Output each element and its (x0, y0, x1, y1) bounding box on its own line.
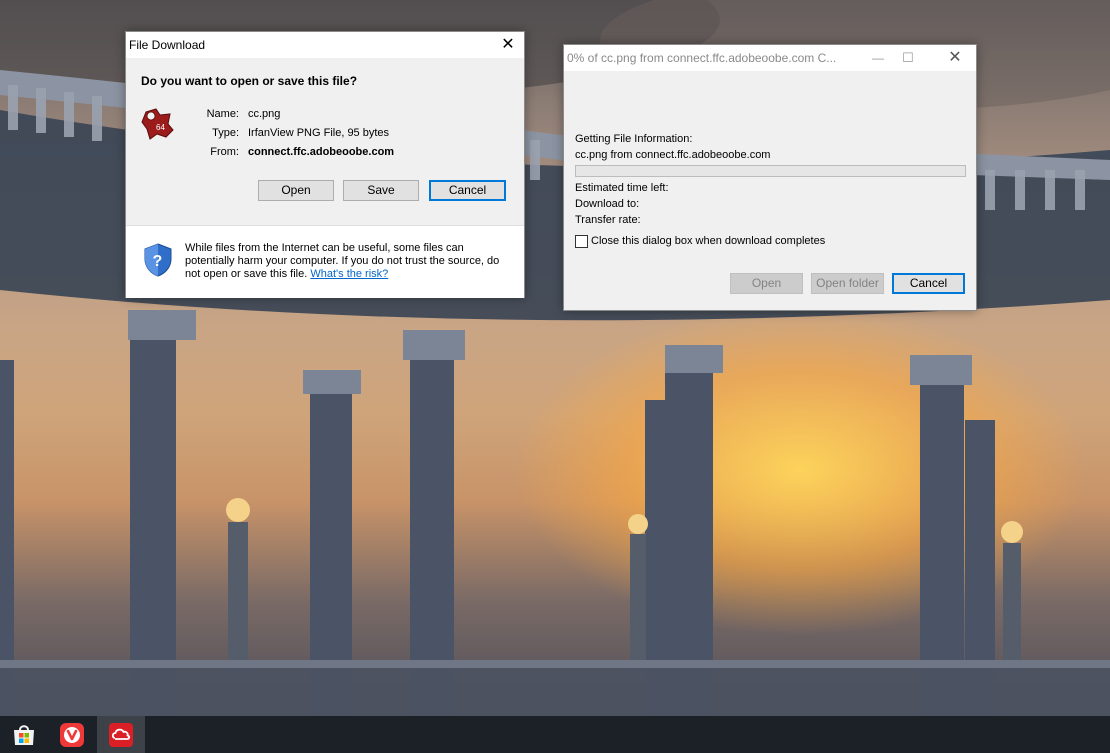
close-icon[interactable]: ✕ (491, 32, 525, 58)
whats-the-risk-link[interactable]: What's the risk? (310, 268, 388, 280)
microsoft-store-icon (14, 725, 34, 745)
taskbar-item-creative-cloud[interactable] (97, 716, 145, 753)
svg-text:?: ? (153, 253, 163, 270)
download-progress-bar (575, 165, 966, 177)
cancel-button[interactable]: Cancel (429, 180, 506, 201)
close-icon[interactable]: ✕ (938, 45, 972, 71)
maximize-icon[interactable]: ☐ (891, 45, 925, 71)
from-value: connect.ffc.adobeoobe.com (248, 146, 395, 158)
from-label: From: (210, 146, 239, 158)
file-download-titlebar[interactable]: File Download ✕ (126, 32, 524, 58)
save-button[interactable]: Save (343, 180, 419, 201)
adobe-creative-cloud-icon (109, 723, 133, 747)
progress-titlebar[interactable]: 0% of cc.png from connect.ffc.adobeoobe.… (564, 45, 976, 71)
download-to-label: Download to: (575, 198, 640, 210)
taskbar (0, 716, 1110, 753)
shield-question-icon: ? (144, 243, 172, 277)
file-download-title: File Download (129, 38, 206, 52)
open-button[interactable]: Open (258, 180, 334, 201)
cancel-button[interactable]: Cancel (892, 273, 965, 294)
file-download-dialog: File Download ✕ Do you want to open or s… (125, 31, 525, 298)
minimize-icon[interactable]: — (861, 45, 895, 71)
dialog-heading: Do you want to open or save this file? (141, 74, 358, 88)
close-when-complete-checkbox[interactable] (575, 235, 588, 248)
warning-panel: ? While files from the Internet can be u… (126, 225, 524, 298)
transfer-rate-label: Transfer rate: (575, 214, 641, 226)
open-button[interactable]: Open (730, 273, 803, 294)
warning-message: While files from the Internet can be use… (185, 242, 510, 281)
file-download-content: Do you want to open or save this file? 6… (126, 58, 524, 225)
file-source-label: cc.png from connect.ffc.adobeoobe.com (575, 149, 771, 161)
name-value: cc.png (248, 108, 281, 120)
estimated-time-label: Estimated time left: (575, 182, 669, 194)
name-label: Name: (206, 108, 239, 120)
download-progress-dialog: 0% of cc.png from connect.ffc.adobeoobe.… (563, 44, 977, 311)
open-folder-button[interactable]: Open folder (811, 273, 884, 294)
type-value: IrfanView PNG File, 95 bytes (248, 127, 390, 139)
status-label: Getting File Information: (575, 133, 693, 145)
taskbar-item-vivaldi[interactable] (48, 716, 96, 753)
close-when-complete-label[interactable]: Close this dialog box when download comp… (591, 235, 825, 247)
progress-title: 0% of cc.png from connect.ffc.adobeoobe.… (567, 51, 837, 65)
taskbar-item-store[interactable] (0, 716, 48, 753)
type-label: Type: (212, 127, 239, 139)
vivaldi-browser-icon (60, 723, 84, 747)
